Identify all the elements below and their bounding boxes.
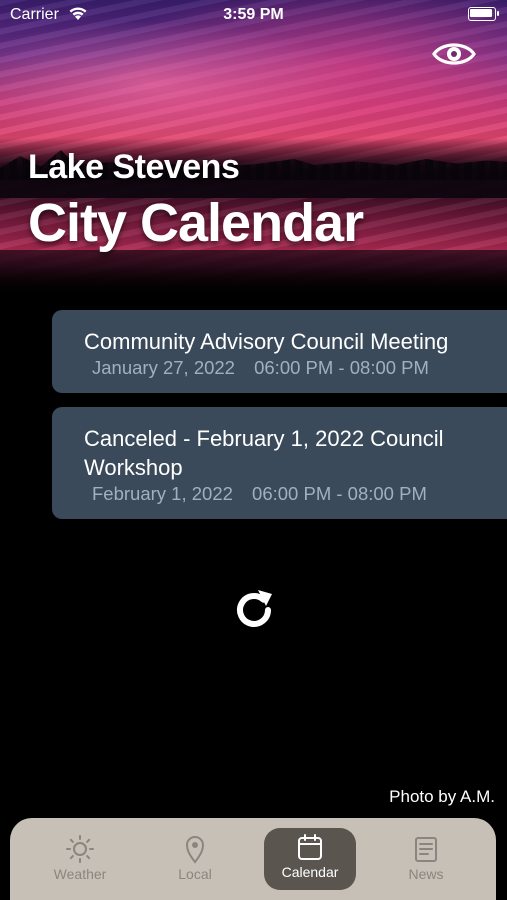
event-card[interactable]: Canceled - February 1, 2022 Council Work… — [52, 407, 507, 519]
clock: 3:59 PM — [223, 6, 284, 23]
event-time: 06:00 PM - 08:00 PM — [254, 357, 429, 378]
sun-icon — [66, 835, 94, 863]
calendar-icon — [298, 834, 322, 860]
tab-bar: Weather Local Calendar News — [10, 818, 496, 900]
news-icon — [415, 837, 437, 862]
event-card[interactable]: Community Advisory Council Meeting Janua… — [52, 310, 507, 393]
event-datetime: February 1, 2022 06:00 PM - 08:00 PM — [84, 483, 492, 505]
event-datetime: January 27, 2022 06:00 PM - 08:00 PM — [84, 357, 492, 379]
event-date: February 1, 2022 — [92, 483, 233, 504]
refresh-icon[interactable] — [230, 586, 278, 634]
tab-label: Weather — [53, 866, 107, 882]
tab-label: Calendar — [281, 864, 339, 880]
event-date: January 27, 2022 — [92, 357, 235, 378]
city-name: Lake Stevens — [28, 148, 240, 186]
location-pin-icon — [185, 836, 205, 864]
tab-weather[interactable]: Weather — [34, 830, 126, 890]
tab-local[interactable]: Local — [149, 830, 241, 890]
tab-calendar[interactable]: Calendar — [264, 828, 356, 890]
event-list: Community Advisory Council Meeting Janua… — [52, 310, 507, 533]
photo-credit: Photo by A.M. — [389, 787, 495, 806]
eye-icon[interactable] — [432, 36, 476, 72]
page-title: City Calendar — [28, 193, 364, 253]
tab-news[interactable]: News — [380, 830, 472, 890]
event-title: Community Advisory Council Meeting — [84, 329, 449, 354]
battery-icon — [468, 7, 499, 21]
event-title: Canceled - February 1, 2022 Council Work… — [84, 426, 444, 480]
status-bar: Carrier 3:59 PM — [0, 0, 507, 30]
event-time: 06:00 PM - 08:00 PM — [252, 483, 427, 504]
tab-label: News — [408, 866, 444, 882]
tab-label: Local — [178, 866, 212, 882]
